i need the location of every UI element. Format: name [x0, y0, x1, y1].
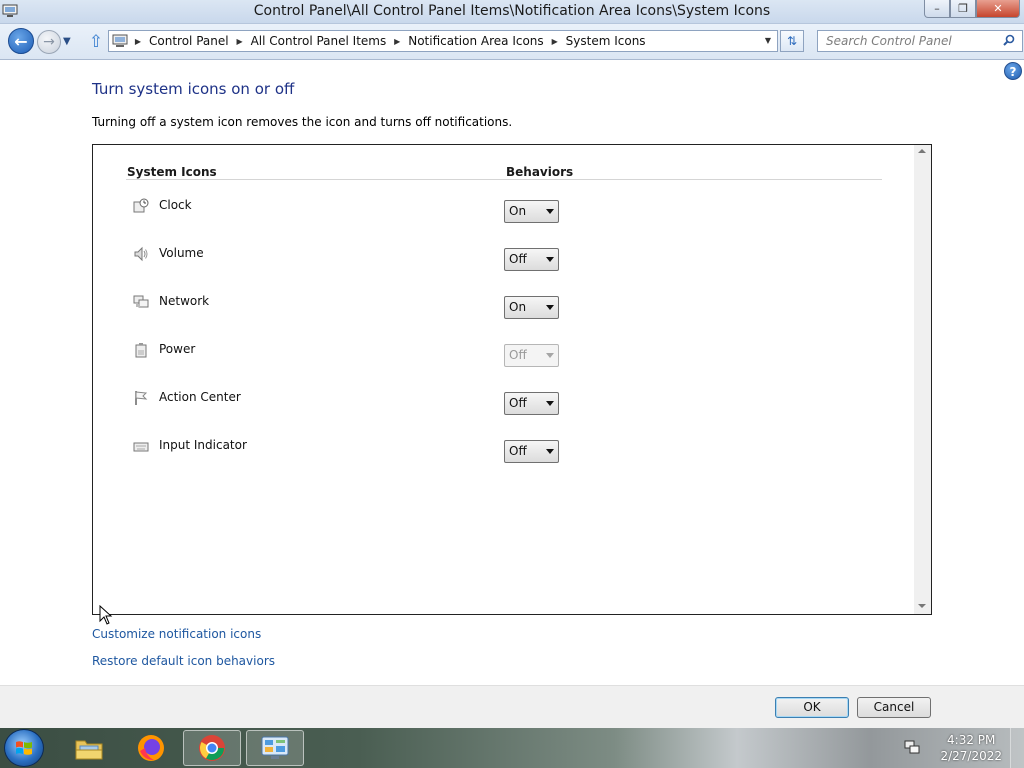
address-bar[interactable]: ▶ Control Panel ▶ All Control Panel Item… — [108, 30, 778, 52]
system-tray: 4:32 PM 2/27/2022 — [904, 728, 1024, 768]
volume-behavior-value: Off — [509, 252, 527, 266]
refresh-icon: ⇅ — [786, 34, 798, 48]
clock-icon — [133, 198, 149, 213]
scroll-down-icon[interactable] — [918, 604, 926, 608]
firefox-icon — [138, 735, 164, 761]
page-description: Turning off a system icon removes the ic… — [92, 115, 513, 129]
computer-icon — [109, 31, 131, 51]
row-label-action-center: Action Center — [159, 390, 241, 404]
restore-button[interactable]: ❐ — [950, 0, 976, 18]
cancel-button[interactable]: Cancel — [857, 697, 931, 718]
navigation-bar: ← → ▼ ⇧ ▶ Control Panel ▶ All Control Pa… — [0, 24, 1024, 60]
up-button[interactable]: ⇧ — [86, 32, 106, 52]
search-box[interactable] — [817, 30, 1023, 52]
input-indicator-behavior-select[interactable]: Off — [504, 440, 559, 463]
flag-icon — [135, 391, 148, 405]
breadcrumb-control-panel[interactable]: Control Panel — [145, 34, 233, 48]
row-label-volume: Volume — [159, 246, 204, 260]
row-label-network: Network — [159, 294, 210, 308]
start-button[interactable] — [4, 729, 44, 767]
volume-behavior-select[interactable]: Off — [504, 248, 559, 271]
page-title: Turn system icons on or off — [92, 80, 295, 98]
address-dropdown-icon[interactable]: ▼ — [761, 34, 775, 48]
header-divider — [126, 179, 882, 180]
back-button[interactable]: ← — [8, 28, 34, 54]
power-behavior-select: Off — [504, 344, 559, 367]
clock-time: 4:32 PM — [947, 733, 996, 747]
taskbar-control-panel[interactable] — [246, 730, 304, 766]
breadcrumb-notification-area-icons[interactable]: Notification Area Icons — [404, 34, 547, 48]
power-icon — [135, 343, 147, 358]
search-icon[interactable] — [1002, 34, 1016, 48]
clock-behavior-select[interactable]: On — [504, 200, 559, 223]
row-label-clock: Clock — [159, 198, 192, 212]
windows-logo-icon — [16, 741, 32, 755]
network-behavior-select[interactable]: On — [504, 296, 559, 319]
dropdown-arrow-icon — [546, 209, 554, 214]
close-icon: ✕ — [993, 2, 1003, 15]
breadcrumb-separator-icon[interactable]: ▶ — [131, 37, 145, 46]
restore-icon: ❐ — [958, 2, 968, 15]
taskbar-file-explorer[interactable] — [60, 730, 118, 766]
window-title: Control Panel\All Control Panel Items\No… — [253, 3, 771, 19]
action-center-behavior-select[interactable]: Off — [504, 392, 559, 415]
volume-icon — [134, 246, 148, 262]
clock-behavior-value: On — [509, 204, 527, 218]
action-center-behavior-value: Off — [509, 396, 527, 410]
dropdown-arrow-icon — [546, 401, 554, 406]
help-icon[interactable]: ? — [1004, 62, 1022, 80]
power-behavior-value: Off — [509, 348, 527, 362]
forward-arrow-icon: → — [43, 34, 55, 50]
input-indicator-behavior-value: Off — [509, 444, 527, 458]
minimize-button[interactable]: – — [924, 0, 950, 18]
vertical-scrollbar[interactable] — [914, 145, 931, 614]
breadcrumb-separator-icon[interactable]: ▶ — [390, 37, 404, 46]
row-label-input-indicator: Input Indicator — [159, 438, 247, 452]
column-header-behaviors: Behaviors — [506, 165, 574, 179]
forward-button[interactable]: → — [37, 30, 61, 54]
mouse-cursor-icon — [99, 605, 113, 625]
search-input[interactable] — [818, 31, 998, 51]
row-label-power: Power — [159, 342, 196, 356]
show-desktop-button[interactable] — [1010, 728, 1024, 768]
dropdown-arrow-icon — [546, 305, 554, 310]
breadcrumb-system-icons[interactable]: System Icons — [562, 34, 650, 48]
keyboard-icon — [133, 442, 149, 452]
breadcrumb-all-items[interactable]: All Control Panel Items — [247, 34, 391, 48]
window-controls: – ❐ ✕ — [924, 0, 1020, 18]
system-icons-panel: System Icons Behaviors Clock On Volume O… — [92, 144, 932, 615]
breadcrumb-separator-icon[interactable]: ▶ — [233, 37, 247, 46]
dialog-footer: OK Cancel — [0, 685, 1024, 728]
ok-button[interactable]: OK — [775, 697, 849, 718]
up-arrow-icon: ⇧ — [88, 32, 104, 52]
dropdown-arrow-icon — [546, 257, 554, 262]
refresh-button[interactable]: ⇅ — [780, 30, 804, 52]
restore-default-behaviors-link[interactable]: Restore default icon behaviors — [92, 654, 275, 668]
dropdown-arrow-icon — [546, 449, 554, 454]
back-arrow-icon: ← — [14, 31, 28, 51]
control-panel-icon — [261, 736, 289, 759]
network-behavior-value: On — [509, 300, 527, 314]
file-explorer-icon — [75, 740, 103, 760]
clock-date: 2/27/2022 — [940, 749, 1002, 763]
taskbar: 4:32 PM 2/27/2022 — [0, 728, 1024, 768]
chrome-icon — [199, 735, 225, 761]
network-icon — [133, 295, 149, 308]
customize-notification-icons-link[interactable]: Customize notification icons — [92, 627, 261, 641]
network-tray-icon[interactable] — [904, 740, 920, 756]
scroll-up-icon[interactable] — [918, 149, 926, 153]
column-header-system-icons: System Icons — [127, 165, 217, 179]
taskbar-clock[interactable]: 4:32 PM 2/27/2022 — [940, 732, 1002, 764]
taskbar-chrome[interactable] — [183, 730, 241, 766]
breadcrumb-separator-icon[interactable]: ▶ — [548, 37, 562, 46]
title-bar: Control Panel\All Control Panel Items\No… — [0, 0, 1024, 24]
close-button[interactable]: ✕ — [976, 0, 1020, 18]
minimize-icon: – — [934, 2, 940, 15]
dropdown-arrow-icon — [546, 353, 554, 358]
taskbar-firefox[interactable] — [122, 730, 180, 766]
recent-pages-dropdown[interactable]: ▼ — [63, 36, 75, 47]
